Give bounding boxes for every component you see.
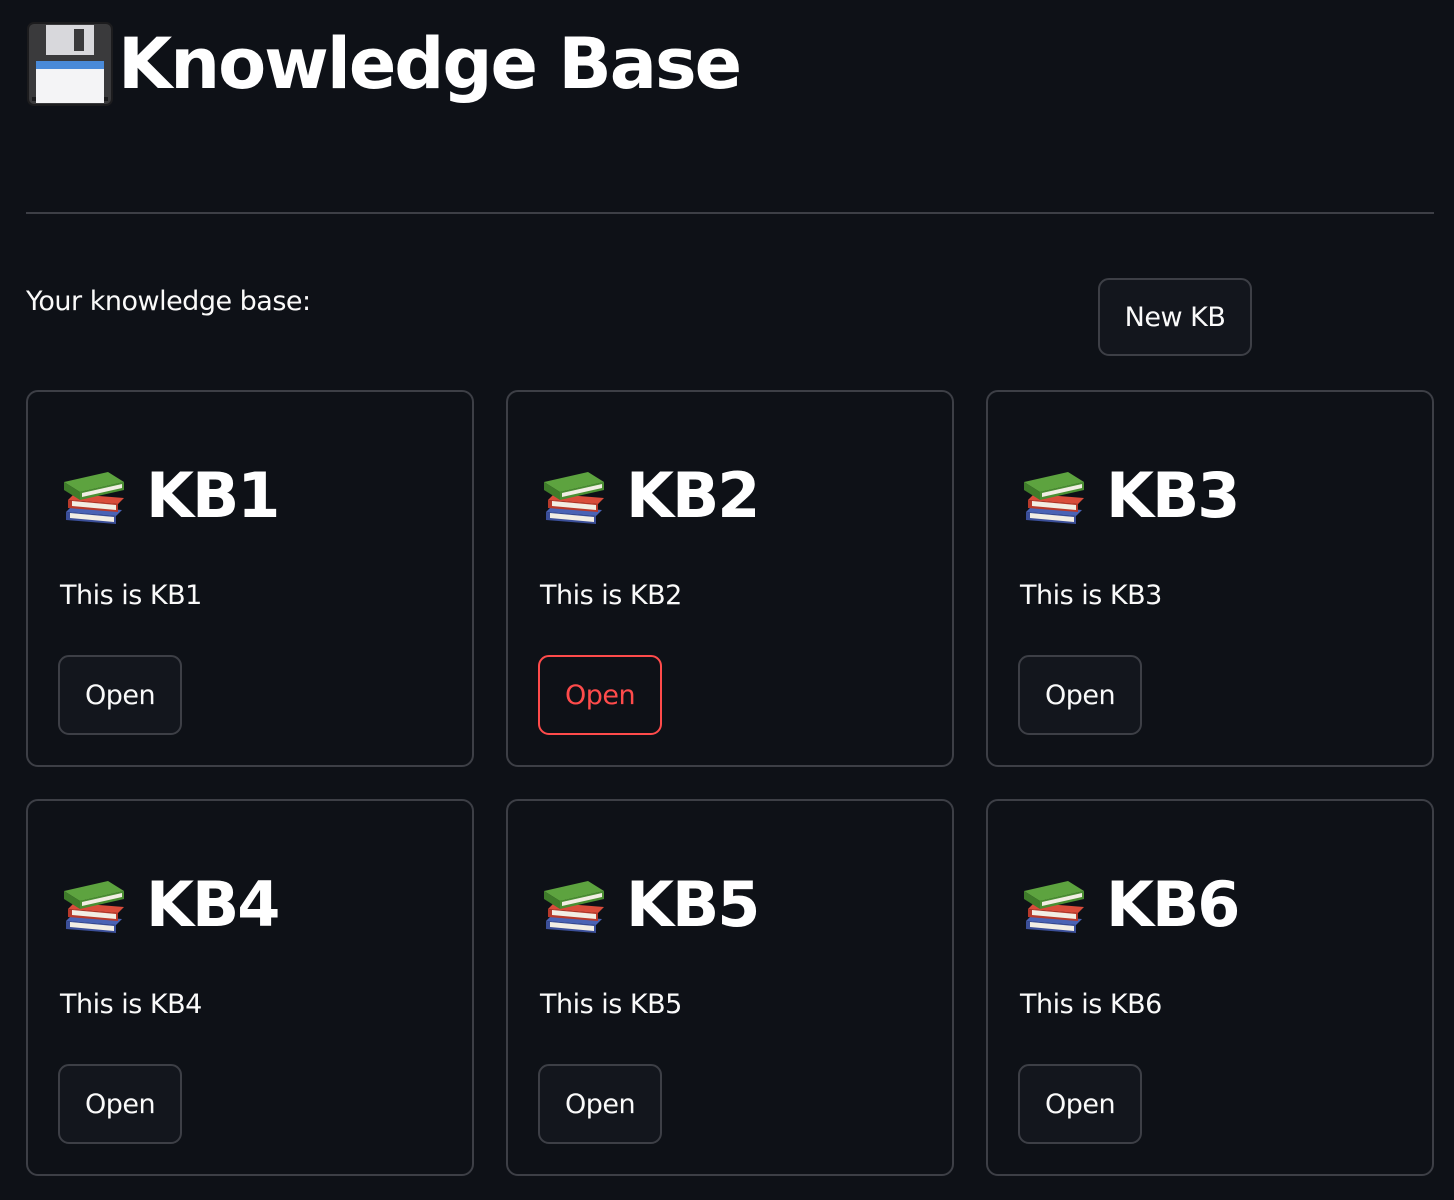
kb-card: KB5 This is KB5 Open [506, 799, 954, 1176]
books-icon [1020, 462, 1088, 530]
books-icon [540, 871, 608, 939]
open-button[interactable]: Open [538, 1064, 662, 1144]
kb-card: KB3 This is KB3 Open [986, 390, 1434, 767]
kb-card-title: KB2 [626, 459, 760, 532]
kb-card-description: This is KB4 [60, 989, 202, 1020]
kb-card-description: This is KB1 [60, 580, 202, 611]
kb-card: KB4 This is KB4 Open [26, 799, 474, 1176]
knowledge-base-page: Knowledge Base Your knowledge base: New … [0, 0, 1454, 1200]
kb-card-title: KB4 [146, 868, 280, 941]
books-icon [1020, 871, 1088, 939]
kb-card-title: KB5 [626, 868, 760, 941]
books-icon [60, 871, 128, 939]
kb-card: KB1 This is KB1 Open [26, 390, 474, 767]
section-label: Your knowledge base: [26, 286, 311, 317]
open-button[interactable]: Open [1018, 655, 1142, 735]
divider [26, 212, 1434, 214]
kb-card: KB2 This is KB2 Open [506, 390, 954, 767]
kb-card-title: KB6 [1106, 868, 1240, 941]
new-kb-button[interactable]: New KB [1098, 278, 1252, 356]
kb-card-description: This is KB2 [540, 580, 682, 611]
floppy-disk-icon [26, 21, 114, 107]
page-title-text: Knowledge Base [118, 23, 742, 105]
open-button[interactable]: Open [58, 655, 182, 735]
books-icon [60, 462, 128, 530]
open-button[interactable]: Open [58, 1064, 182, 1144]
kb-card: KB6 This is KB6 Open [986, 799, 1434, 1176]
kb-card-description: This is KB5 [540, 989, 682, 1020]
kb-card-title: KB3 [1106, 459, 1240, 532]
open-button[interactable]: Open [1018, 1064, 1142, 1144]
page-title: Knowledge Base [26, 18, 742, 110]
kb-card-description: This is KB6 [1020, 989, 1162, 1020]
open-button[interactable]: Open [538, 655, 662, 735]
kb-card-description: This is KB3 [1020, 580, 1162, 611]
kb-card-title: KB1 [146, 459, 280, 532]
books-icon [540, 462, 608, 530]
